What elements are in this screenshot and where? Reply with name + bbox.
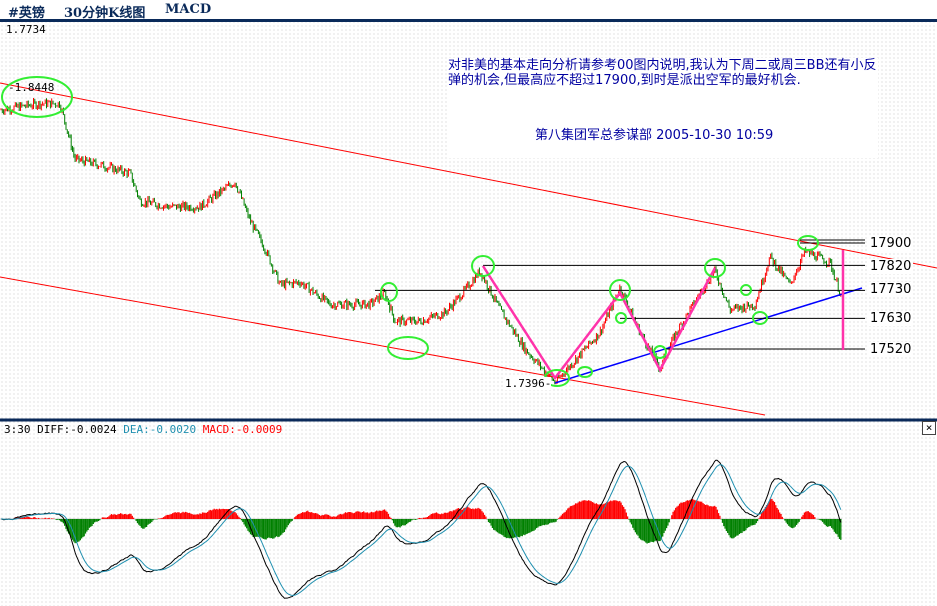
- low-price-label: 1.7396-: [505, 377, 552, 390]
- level-label: 17730: [868, 282, 914, 297]
- dea-value: DEA:-0.0020: [123, 423, 197, 436]
- high-price-label: -1.8448: [8, 81, 55, 94]
- wave-zigzag: [481, 265, 717, 381]
- channel-top-line: [0, 82, 937, 269]
- diff-line: [0, 459, 842, 599]
- macd-value: MACD:-0.0009: [202, 423, 283, 436]
- close-panel-button[interactable]: ×: [922, 421, 936, 435]
- price-chart[interactable]: [0, 0, 937, 606]
- level-label: 17820: [868, 259, 914, 274]
- level-label: 17630: [868, 311, 914, 326]
- diff-value: DIFF:-0.0024: [37, 423, 117, 436]
- macd-time: 3:30 DIFF:-0.0024 DEA:-0.0020 MACD:-0.00…: [4, 423, 283, 436]
- level-label: 17900: [868, 236, 914, 251]
- chart-window: #英镑 30分钟K线图 MACD 1.7734 对非美的基本走向分析请参考00图…: [0, 0, 937, 606]
- level-label: 17520: [868, 342, 914, 357]
- support-trend-line: [554, 287, 863, 384]
- dea-line: [0, 464, 842, 596]
